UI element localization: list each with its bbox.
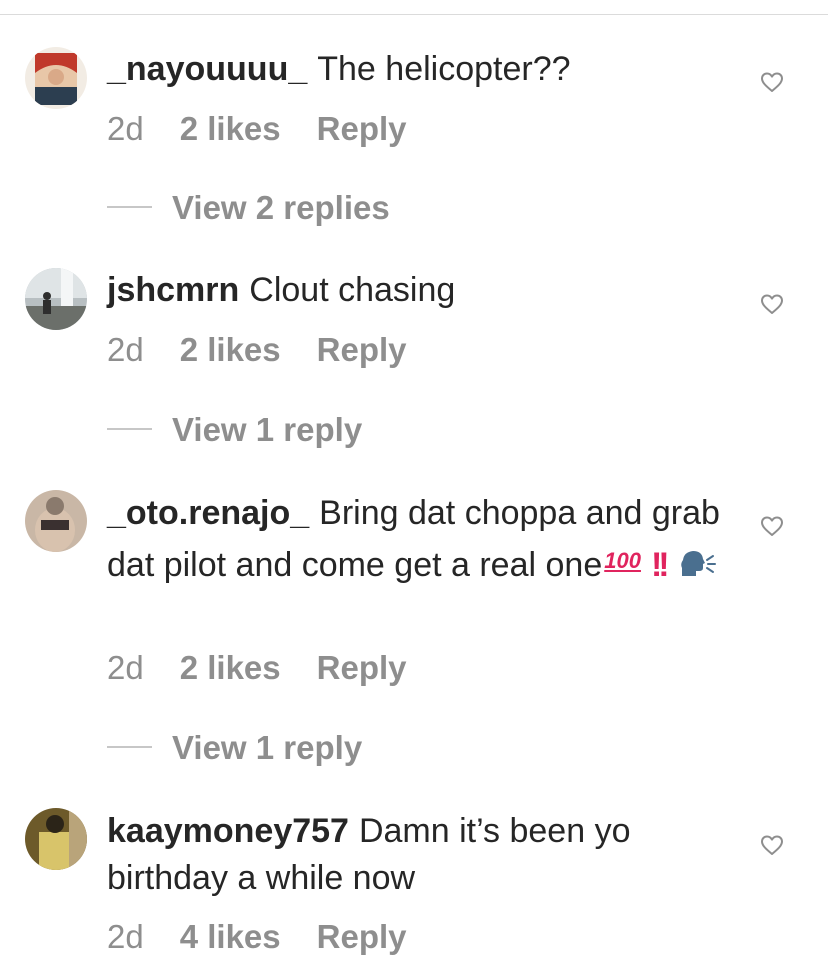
reply-button[interactable]: Reply: [317, 331, 407, 368]
view-replies-label: View 1 reply: [172, 411, 363, 448]
reply-button[interactable]: Reply: [317, 110, 407, 147]
comment-username[interactable]: _oto.renajo_: [107, 494, 309, 532]
heart-icon[interactable]: [760, 833, 784, 857]
comment-text: _oto.renajo_ Bring dat choppa and grab da…: [107, 490, 727, 589]
speaking-head-icon: [680, 551, 716, 576]
top-divider: [0, 14, 828, 15]
comment-username[interactable]: kaaymoney757: [107, 812, 349, 850]
view-replies-line: [107, 206, 152, 209]
comment-time: 2d: [107, 331, 144, 368]
heart-icon[interactable]: [760, 70, 784, 94]
comment-likes[interactable]: 2 likes: [180, 331, 281, 368]
reply-button[interactable]: Reply: [317, 918, 407, 955]
comment-likes[interactable]: 2 likes: [180, 110, 281, 147]
heart-icon[interactable]: [760, 292, 784, 316]
comment-meta: 2d 2 likes Reply: [107, 649, 407, 687]
comment-likes[interactable]: 4 likes: [180, 918, 281, 955]
comment-time: 2d: [107, 918, 144, 955]
avatar[interactable]: [25, 47, 87, 109]
view-replies-label: View 1 reply: [172, 729, 363, 766]
avatar[interactable]: [25, 268, 87, 330]
comment-likes[interactable]: 2 likes: [180, 649, 281, 686]
comment-body: Clout chasing: [249, 271, 456, 309]
view-replies-button[interactable]: View 1 reply: [107, 411, 362, 449]
avatar-image: [25, 268, 87, 330]
avatar[interactable]: [25, 490, 87, 552]
hundred-points-emoji: 100: [604, 548, 641, 573]
comment-meta: 2d 2 likes Reply: [107, 331, 407, 369]
heart-icon[interactable]: [760, 514, 784, 538]
comment-username[interactable]: _nayouuuu_: [107, 50, 307, 88]
avatar-image: [25, 47, 87, 109]
comment-body: The helicopter??: [317, 50, 571, 88]
view-replies-label: View 2 replies: [172, 189, 390, 226]
view-replies-button[interactable]: View 2 replies: [107, 189, 390, 227]
avatar[interactable]: [25, 808, 87, 870]
comment-text: kaaymoney757 Damn it’s been yo birthday a…: [107, 808, 727, 902]
comment-meta: 2d 4 likes Reply: [107, 918, 407, 956]
avatar-image: [25, 808, 87, 870]
comment-text: jshcmrn Clout chasing: [107, 267, 727, 314]
reply-button[interactable]: Reply: [317, 649, 407, 686]
comment-time: 2d: [107, 649, 144, 686]
comment-time: 2d: [107, 110, 144, 147]
comment-username[interactable]: jshcmrn: [107, 271, 239, 309]
comment-meta: 2d 2 likes Reply: [107, 110, 407, 148]
view-replies-line: [107, 428, 152, 431]
view-replies-line: [107, 746, 152, 749]
comment-text: _nayouuuu_ The helicopter??: [107, 46, 727, 93]
double-exclamation-emoji: !!: [650, 546, 670, 584]
view-replies-button[interactable]: View 1 reply: [107, 729, 362, 767]
avatar-image: [25, 490, 87, 552]
